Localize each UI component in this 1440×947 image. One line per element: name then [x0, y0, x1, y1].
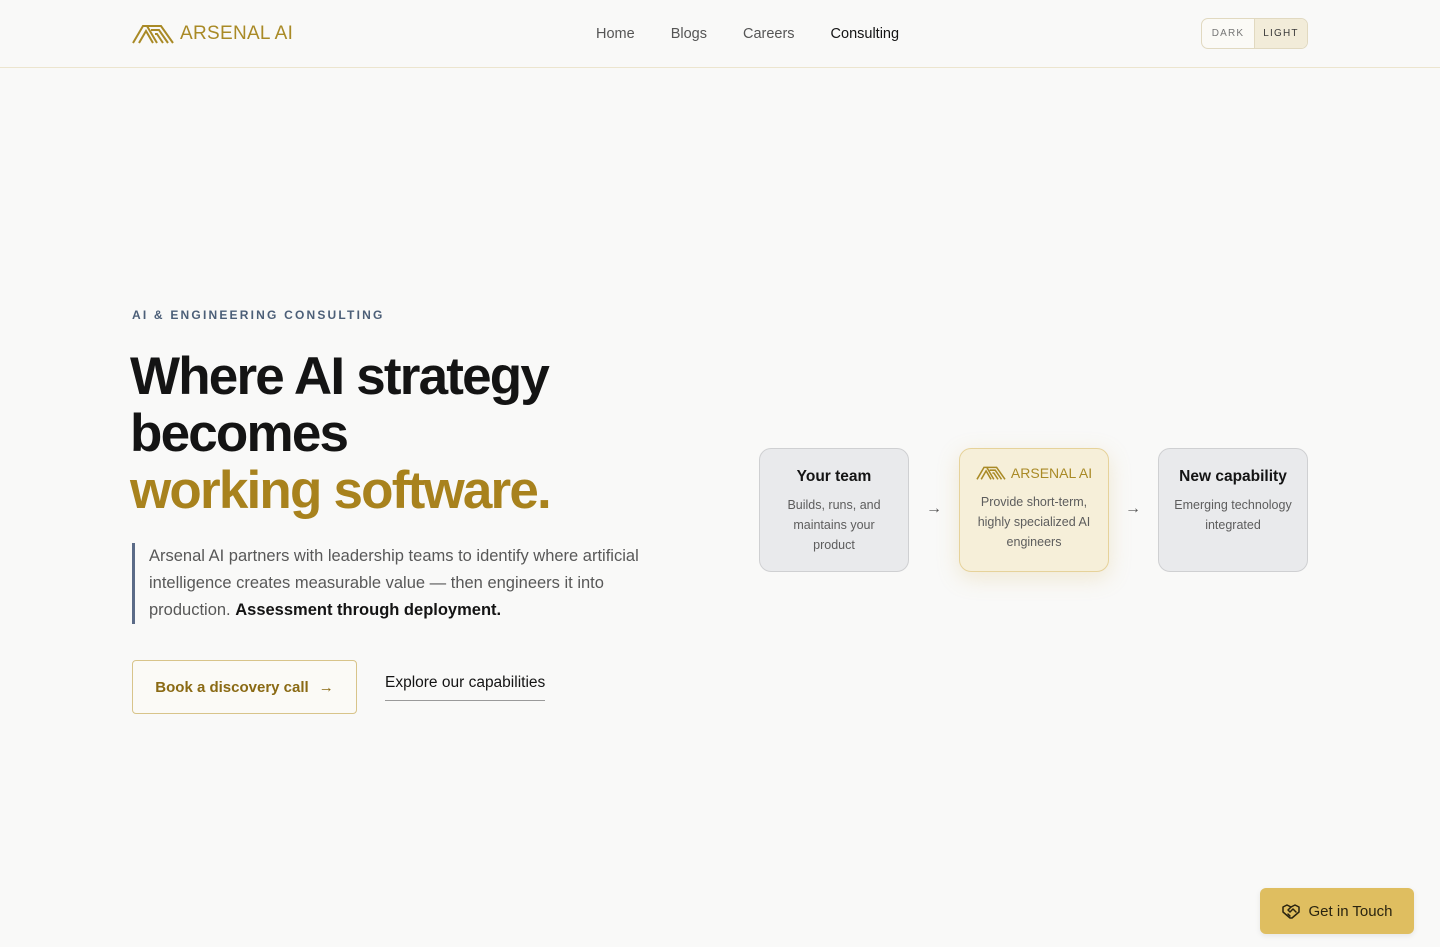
arrow-right-icon: → — [926, 500, 942, 517]
book-discovery-call-button[interactable]: Book a discovery call → — [132, 660, 357, 714]
headline-accent: working software. — [130, 461, 552, 520]
arrow-right-icon: → — [318, 678, 334, 696]
flow-card-title: Your team — [796, 468, 872, 485]
arrow-right-icon: → — [1125, 500, 1141, 517]
flow-card-new-capability: New capability Emerging technology integ… — [1158, 448, 1308, 572]
get-in-touch-label: Get in Touch — [1308, 902, 1393, 920]
get-in-touch-button[interactable]: Get in Touch — [1260, 888, 1414, 934]
nav-consulting[interactable]: Consulting — [831, 26, 900, 42]
nav-home[interactable]: Home — [596, 26, 635, 42]
arsenal-logo-icon — [132, 25, 174, 44]
arsenal-logo-icon — [976, 466, 1006, 480]
handshake-icon — [1281, 904, 1300, 919]
hero-eyebrow: AI & ENGINEERING CONSULTING — [132, 308, 385, 322]
lede-strong: Assessment through deployment. — [235, 601, 502, 619]
flow-card-arsenal: ARSENAL AI Provide short-term, highly sp… — [959, 448, 1109, 572]
headline-line-1: Where AI strategy — [130, 347, 550, 406]
page: ARSENAL AI Home Blogs Careers Consulting… — [0, 0, 1440, 947]
flow-card-desc: Provide short-term, highly specialized A… — [977, 495, 1091, 549]
hero-headline: Where AI strategy becomes working softwa… — [130, 348, 690, 519]
flow-card-desc: Builds, runs, and maintains your product — [787, 498, 881, 552]
flow-card-desc: Emerging technology integrated — [1174, 498, 1292, 532]
explore-capabilities-link[interactable]: Explore our capabilities — [385, 674, 546, 701]
brand-name: ARSENAL AI — [180, 23, 294, 44]
theme-toggle: DARK LIGHT — [1201, 18, 1308, 49]
nav-careers[interactable]: Careers — [743, 26, 795, 42]
main-nav: Home Blogs Careers Consulting — [596, 0, 935, 68]
book-discovery-call-label: Book a discovery call — [155, 678, 309, 696]
nav-blogs[interactable]: Blogs — [671, 26, 707, 42]
theme-dark-button[interactable]: DARK — [1202, 19, 1255, 48]
flow-card-logo: ARSENAL AI — [960, 465, 1108, 481]
site-header: ARSENAL AI Home Blogs Careers Consulting… — [0, 0, 1440, 68]
flow-card-your-team: Your team Builds, runs, and maintains yo… — [759, 448, 909, 572]
theme-light-button[interactable]: LIGHT — [1255, 19, 1307, 48]
flow-card-title: New capability — [1179, 468, 1287, 485]
hero-lede: Arsenal AI partners with leadership team… — [132, 543, 672, 624]
brand-logo-link[interactable]: ARSENAL AI — [132, 22, 293, 46]
headline-line-2: becomes — [130, 404, 349, 463]
flow-card-title: ARSENAL AI — [1010, 465, 1093, 481]
